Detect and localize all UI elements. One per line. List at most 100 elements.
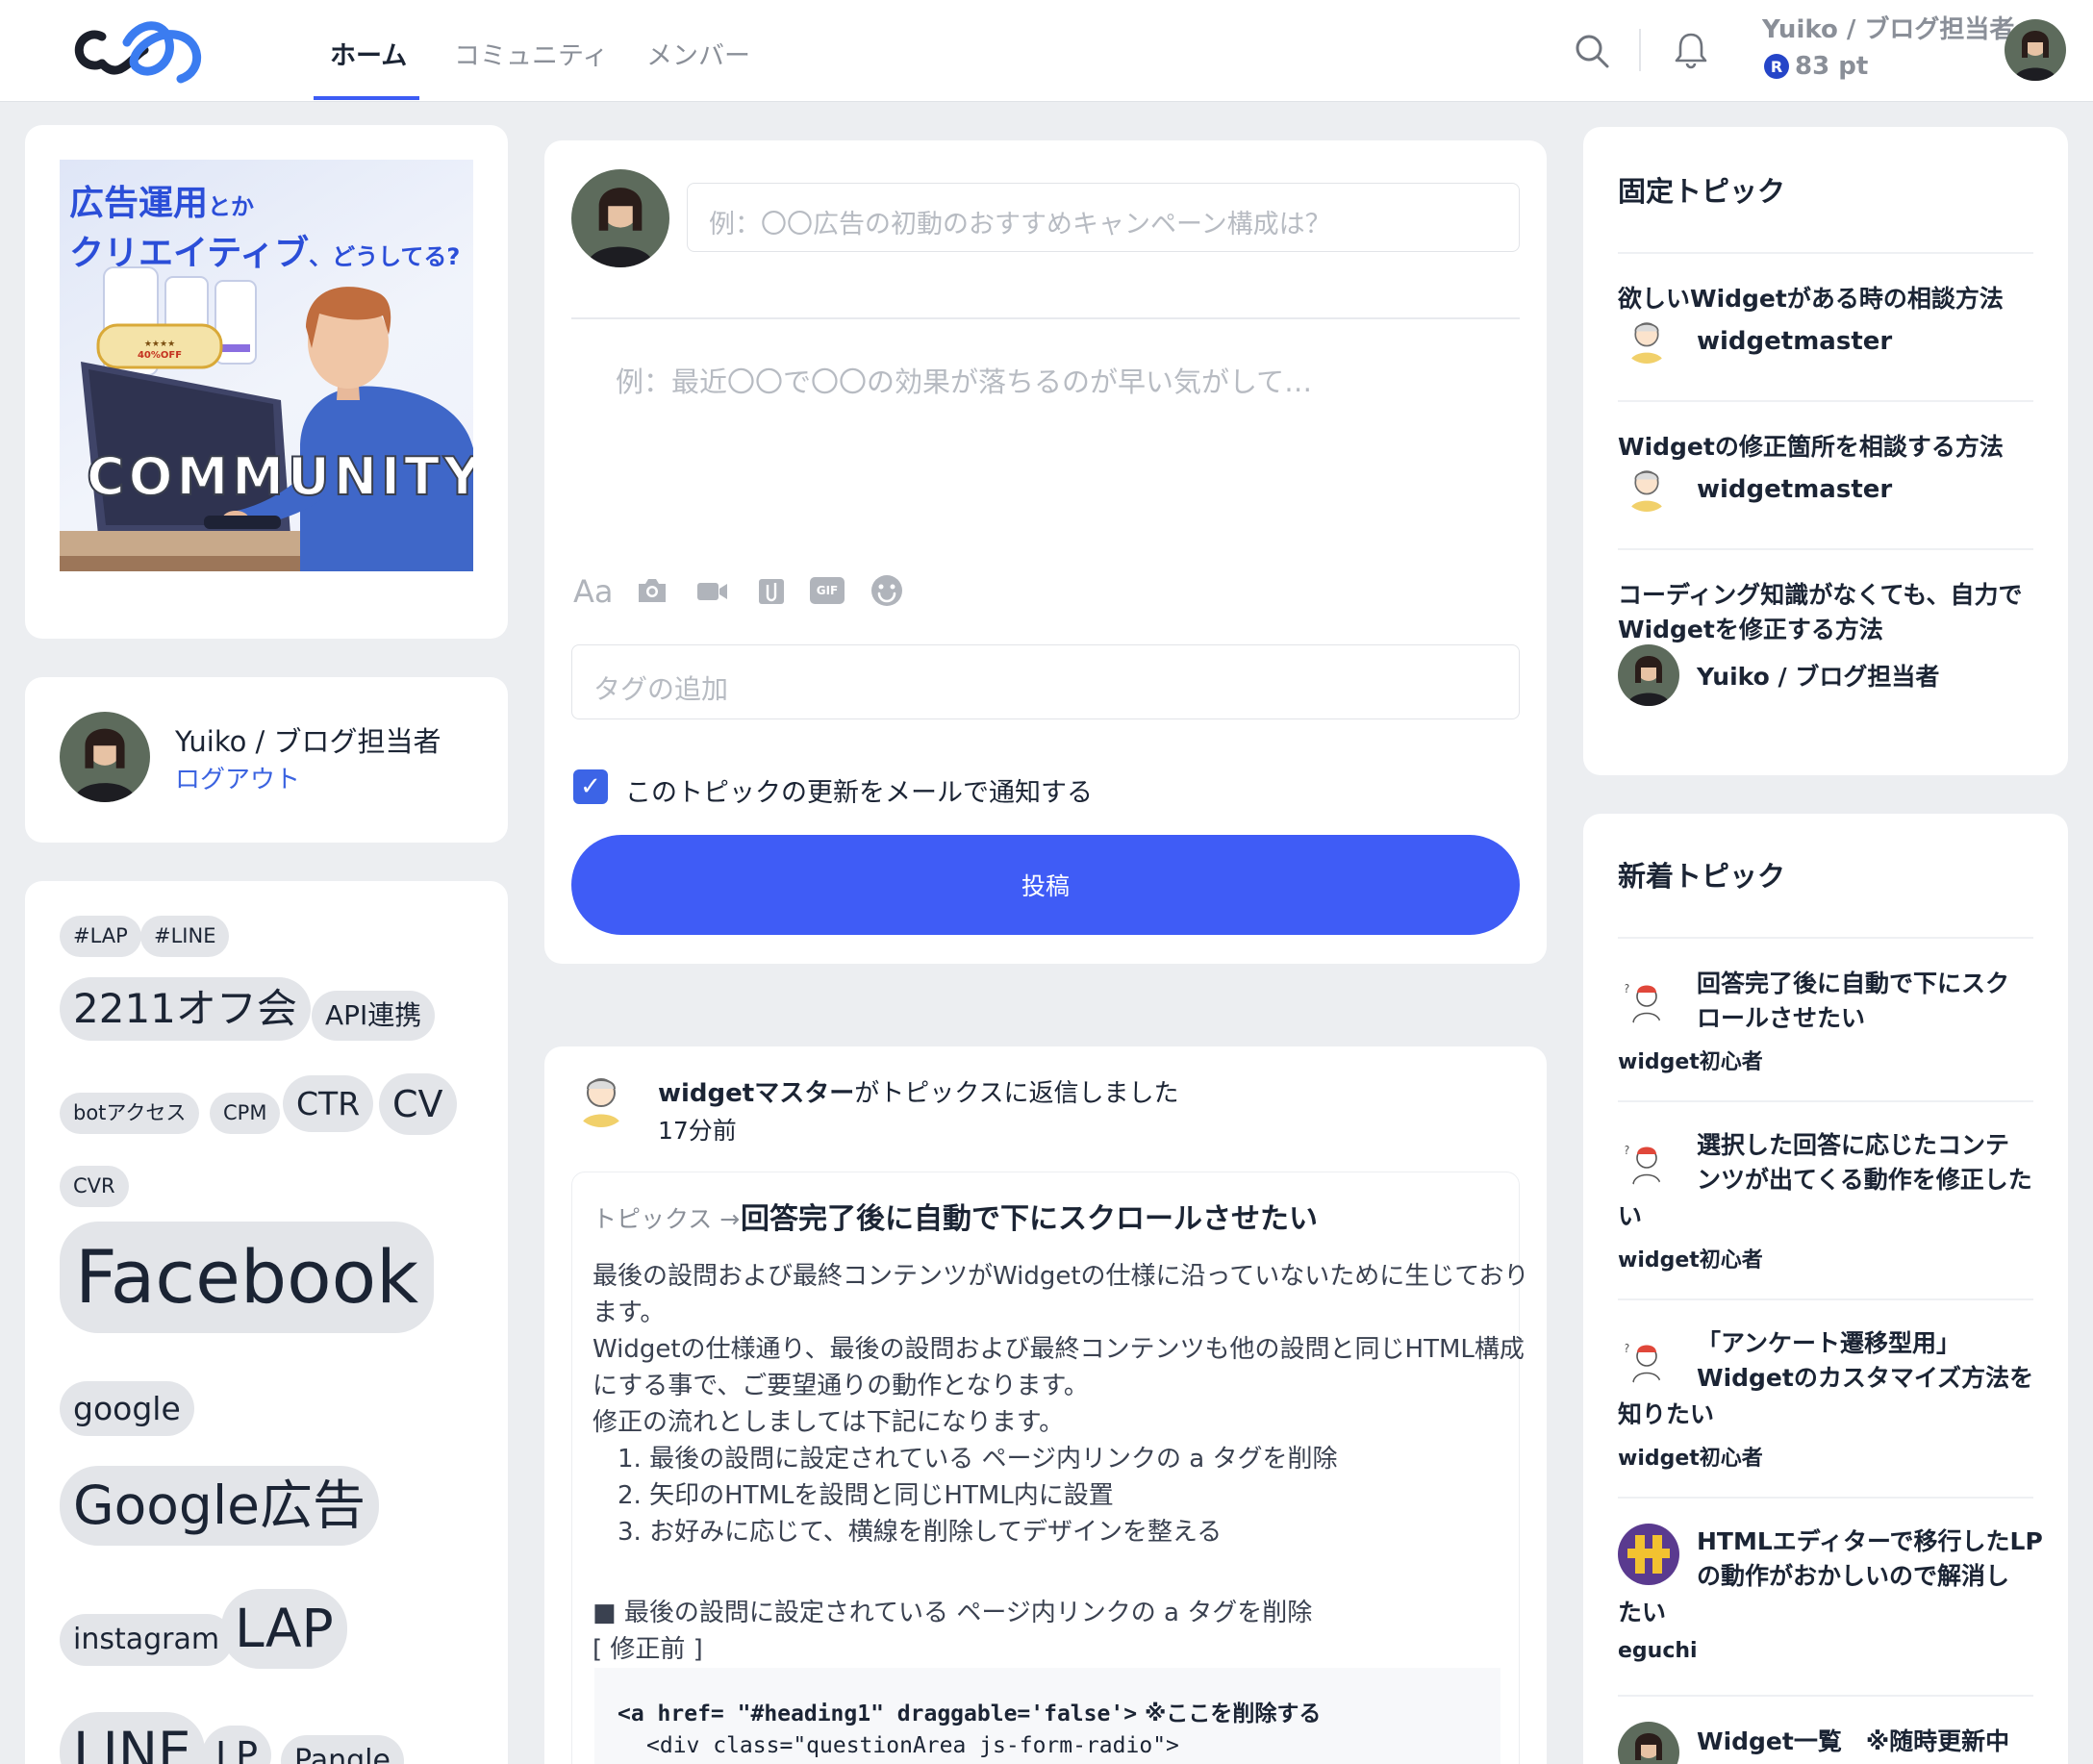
breadcrumb[interactable]: トピックス → xyxy=(593,1200,740,1235)
activity-avatar xyxy=(571,1068,631,1127)
recent-topic-title[interactable]: たい xyxy=(1618,1595,1666,1630)
header-user-name[interactable]: Yuiko / ブログ担当者 xyxy=(1762,10,2014,45)
svg-text:40%OFF: 40%OFF xyxy=(138,350,182,361)
pinned-topic-title[interactable]: Widgetを修正する方法 xyxy=(1618,612,1883,647)
bell-icon[interactable] xyxy=(1674,31,1708,69)
reply-body-line: 最後の設問および最終コンテンツがWidgetの仕様に沿っていないために生じており xyxy=(593,1262,1529,1291)
pinned-topic-author[interactable]: Yuiko / ブログ担当者 xyxy=(1697,658,1939,693)
tag-chip[interactable]: Facebook xyxy=(60,1222,435,1333)
tag-chip[interactable]: LAP xyxy=(221,1589,347,1669)
activity-summary: widgetマスターがトピックスに返信しました xyxy=(658,1079,1179,1108)
recent-topic-title[interactable]: い xyxy=(1618,1198,1642,1234)
tag-chip[interactable]: botアクセス xyxy=(60,1093,200,1134)
recent-topic-author[interactable]: eguchi xyxy=(1618,1639,1698,1663)
composer-divider xyxy=(571,317,1520,319)
tag-chip[interactable]: LINE xyxy=(60,1712,205,1764)
divider xyxy=(1618,548,2033,550)
topic-body-input[interactable]: 例：最近〇〇で〇〇の効果が落ちるのが早い気がして… xyxy=(616,360,1312,400)
tag-chip[interactable]: instagram xyxy=(60,1614,234,1666)
tag-chip[interactable]: CPM xyxy=(210,1093,281,1134)
attachment-icon[interactable] xyxy=(754,573,789,608)
text-format-icon[interactable]: Aa xyxy=(573,573,614,610)
header-avatar[interactable] xyxy=(2005,19,2066,81)
tag-chip[interactable]: #LINE xyxy=(140,916,230,957)
reply-body-line: 修正の流れとしましては下記になります。 xyxy=(593,1408,1065,1437)
reply-body-line: 3. お好みに応じて、横線を削除してデザインを整える xyxy=(593,1518,1223,1547)
tab-home[interactable]: ホーム xyxy=(330,35,407,72)
reply-topic-title[interactable]: 回答完了後に自動で下にスクロールさせたい xyxy=(741,1195,1318,1237)
camera-icon[interactable] xyxy=(635,573,669,608)
recent-topic-title[interactable]: 選択した回答に応じたコンテ xyxy=(1697,1127,2009,1163)
tag-chip[interactable]: Pangle xyxy=(281,1735,404,1764)
tag-chip[interactable]: google xyxy=(60,1381,194,1436)
divider xyxy=(1618,1497,2033,1499)
recent-topic-author[interactable]: widget初心者 xyxy=(1618,1441,1763,1472)
tab-community[interactable]: コミュニティ xyxy=(454,35,608,72)
recent-topic-title[interactable]: HTMLエディターで移行したLP xyxy=(1697,1524,2043,1559)
tag-chip[interactable]: CTR xyxy=(283,1075,374,1132)
tab-members[interactable]: メンバー xyxy=(646,35,750,72)
tag-chip[interactable]: 2211オフ会 xyxy=(60,977,311,1041)
tag-chip[interactable]: API連携 xyxy=(312,991,436,1041)
post-button[interactable]: 投稿 xyxy=(571,835,1520,935)
tag-input[interactable]: タグの追加 xyxy=(571,644,1520,719)
reply-section-sub: [ 修正前 ] xyxy=(593,1635,703,1664)
author-avatar: ? xyxy=(1620,1335,1670,1385)
recent-topics-title: 新着トピック xyxy=(1618,860,1786,893)
tag-chip[interactable]: CV xyxy=(379,1073,457,1135)
recent-topic-title[interactable]: ロールさせたい xyxy=(1697,1000,1865,1036)
recent-topic-title[interactable]: 回答完了後に自動で下にスク xyxy=(1697,966,2009,1001)
svg-text:★★★★: ★★★★ xyxy=(144,340,175,349)
author-avatar xyxy=(1618,644,1679,706)
top-header: ホーム コミュニティ メンバー Yuiko / ブログ担当者 R 83 pt xyxy=(0,0,2093,102)
divider xyxy=(1618,400,2033,402)
recent-topic-title[interactable]: 知りたい xyxy=(1618,1397,1714,1432)
video-icon[interactable] xyxy=(694,573,729,608)
points-value: 83 pt xyxy=(1795,52,1869,81)
recent-topic-title[interactable]: の動作がおかしいので解消し xyxy=(1697,1558,2009,1594)
divider xyxy=(1618,1100,2033,1102)
topic-title-input[interactable]: 例：〇〇広告の初動のおすすめキャンペーン構成は？ xyxy=(687,183,1520,252)
tab-active-indicator xyxy=(314,96,419,100)
author-avatar xyxy=(1622,314,1672,364)
activity-actor[interactable]: widgetマスター xyxy=(658,1079,854,1108)
svg-text:?: ? xyxy=(1624,982,1629,995)
activity-time: 17分前 xyxy=(658,1117,737,1145)
code-line: <a href= "#heading1" draggable='false'> … xyxy=(618,1701,1322,1726)
notify-checkbox[interactable]: ✓ xyxy=(573,769,608,804)
code-line: <div class="questionArea js-form-radio"> xyxy=(646,1733,1179,1758)
community-banner[interactable]: 広告運用とか クリエイティブ、どうしてる? ★★★★ 40%OFF COMMUN… xyxy=(60,160,473,571)
profile-name[interactable]: Yuiko / ブログ担当者 xyxy=(175,719,441,760)
tag-chip[interactable]: Google広告 xyxy=(60,1466,379,1546)
logo-icon[interactable] xyxy=(69,13,219,87)
author-avatar: ? xyxy=(1620,1137,1670,1187)
pinned-topic-author[interactable]: widgetmaster xyxy=(1697,475,1892,504)
profile-avatar[interactable] xyxy=(60,712,150,802)
gif-icon[interactable]: GIF xyxy=(810,577,845,604)
tag-chip[interactable]: #LAP xyxy=(60,916,141,957)
pinned-topic-author[interactable]: widgetmaster xyxy=(1697,327,1892,356)
logout-link[interactable]: ログアウト xyxy=(175,760,300,795)
header-points: R 83 pt xyxy=(1764,52,1868,81)
recent-topic-author[interactable]: widget初心者 xyxy=(1618,1243,1763,1273)
emoji-icon[interactable] xyxy=(870,573,904,608)
search-icon[interactable] xyxy=(1574,33,1610,69)
recent-topic-author[interactable]: widget初心者 xyxy=(1618,1045,1763,1075)
reply-body-line: Widgetの仕様通り、最後の設問および最終コンテンツも他の設問と同じHTML構… xyxy=(593,1335,1525,1364)
reply-body-line: 1. 最後の設問に設定されている ページ内リンクの a タグを削除 xyxy=(593,1445,1338,1474)
recent-topic-title[interactable]: Widget一覧 ※随時更新中 xyxy=(1697,1724,2009,1759)
banner-headline-1: 広告運用とか xyxy=(69,184,255,223)
svg-text:?: ? xyxy=(1624,1342,1629,1355)
author-avatar xyxy=(1622,462,1672,512)
divider xyxy=(1618,1695,2033,1697)
notify-label[interactable]: このトピックの更新をメールで通知する xyxy=(625,771,1093,809)
pinned-topic-title[interactable]: コーディング知識がなくても、自力で xyxy=(1618,577,2023,613)
author-avatar xyxy=(1618,1524,1679,1585)
pinned-topic-title[interactable]: 欲しいWidgetがある時の相談方法 xyxy=(1618,281,2004,316)
pinned-topic-title[interactable]: Widgetの修正箇所を相談する方法 xyxy=(1618,429,2004,465)
recent-topic-title[interactable]: Widgetのカスタマイズ方法を xyxy=(1697,1360,2033,1396)
svg-text:?: ? xyxy=(1624,1144,1629,1157)
tag-chip[interactable]: CVR xyxy=(60,1166,129,1207)
recent-topic-title[interactable]: ンツが出てくる動作を修正した xyxy=(1697,1162,2032,1197)
recent-topic-title[interactable]: 「アンケート遷移型用」 xyxy=(1697,1325,1960,1361)
